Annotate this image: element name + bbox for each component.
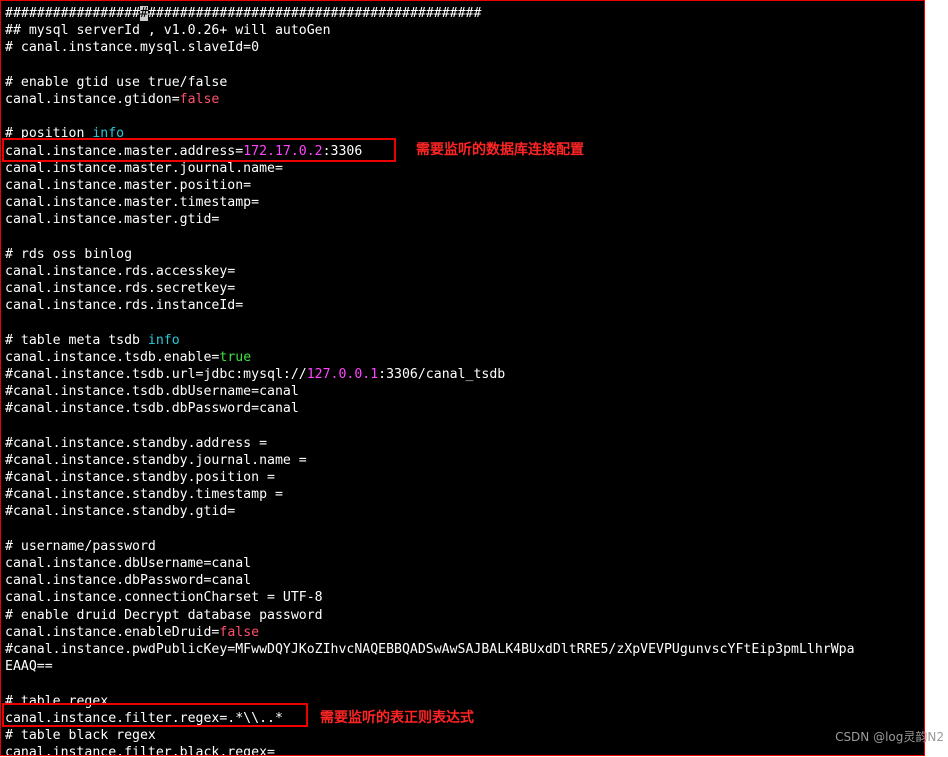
annotation-db-config: 需要监听的数据库连接配置: [416, 142, 584, 158]
config-line: canal.instance.rds.secretkey=: [5, 280, 855, 297]
line-segment: false: [219, 624, 260, 640]
line-segment: canal.instance.master.position=: [5, 177, 252, 193]
terminal-window[interactable]: ########################################…: [0, 0, 925, 756]
config-line: [5, 521, 855, 538]
config-line: #canal.instance.tsdb.dbPassword=canal: [5, 400, 855, 417]
config-line: [5, 228, 855, 245]
line-segment: # table black regex: [5, 727, 156, 743]
config-line: ## mysql serverId , v1.0.26+ will autoGe…: [5, 22, 855, 39]
csdn-watermark: CSDN @log灵韵N2: [835, 730, 944, 744]
config-line: # table black regex: [5, 727, 855, 744]
line-segment: true: [219, 349, 252, 365]
line-segment: canal.instance.rds.instanceId=: [5, 298, 244, 314]
line-segment: 127.0.0.1: [306, 366, 379, 382]
config-line: canal.instance.master.position=: [5, 177, 855, 194]
config-line: [5, 675, 855, 692]
annotation-regex: 需要监听的表正则表达式: [320, 710, 474, 726]
line-segment: canal.instance.tsdb.enable=: [5, 349, 220, 365]
line-segment: #canal.instance.standby.journal.name =: [5, 452, 307, 468]
config-line: canal.instance.tsdb.enable=true: [5, 349, 855, 366]
line-segment: # username/password: [5, 538, 156, 554]
line-segment: canal.instance.enableDruid=: [5, 624, 220, 640]
config-line: # table meta tsdb info: [5, 332, 855, 349]
config-line: canal.instance.enableDruid=false: [5, 624, 855, 641]
config-line: canal.instance.master.timestamp=: [5, 194, 855, 211]
line-segment: canal.instance.master.journal.name=: [5, 160, 283, 176]
line-segment: #canal.instance.standby.position =: [5, 470, 275, 486]
line-segment: #canal.instance.standby.timestamp =: [5, 487, 283, 503]
config-line: canal.instance.master.journal.name=: [5, 160, 855, 177]
line-segment: # enable gtid use true/false: [5, 74, 228, 90]
config-line: [5, 108, 855, 125]
config-line: canal.instance.dbPassword=canal: [5, 572, 855, 589]
config-line: ########################################…: [5, 5, 855, 22]
line-segment: #canal.instance.standby.gtid=: [5, 504, 236, 520]
config-line: #canal.instance.pwdPublicKey=MFwwDQYJKoZ…: [5, 641, 855, 658]
config-line: #canal.instance.standby.position =: [5, 469, 855, 486]
config-line: # enable druid Decrypt database password: [5, 607, 855, 624]
config-file-content: ########################################…: [5, 5, 855, 756]
config-line: # rds oss binlog: [5, 246, 855, 263]
config-line: #canal.instance.standby.timestamp =: [5, 486, 855, 503]
line-segment: #canal.instance.tsdb.dbPassword=canal: [5, 401, 299, 417]
line-segment: canal.instance.connectionCharset = UTF-8: [5, 590, 323, 606]
line-segment: canal.instance.filter.black.regex=: [5, 745, 275, 756]
config-line: canal.instance.connectionCharset = UTF-8: [5, 589, 855, 606]
config-line: #canal.instance.standby.journal.name =: [5, 452, 855, 469]
config-line: [5, 57, 855, 74]
line-segment: canal.instance.master.gtid=: [5, 212, 220, 228]
text-cursor: #: [139, 6, 148, 21]
line-segment: # canal.instance.mysql.slaveId=0: [5, 40, 260, 56]
line-segment: canal.instance.master.timestamp=: [5, 195, 260, 211]
config-line: # canal.instance.mysql.slaveId=0: [5, 39, 855, 56]
line-segment: canal.instance.rds.accesskey=: [5, 263, 236, 279]
line-segment: info: [147, 332, 180, 348]
config-line: canal.instance.rds.accesskey=: [5, 263, 855, 280]
line-segment: #################: [5, 6, 140, 21]
config-line: #canal.instance.standby.gtid=: [5, 503, 855, 520]
highlight-box-db-address: [2, 138, 396, 162]
line-segment: ########################################…: [147, 6, 482, 21]
config-line: canal.instance.rds.instanceId=: [5, 297, 855, 314]
line-segment: canal.instance.dbPassword=canal: [5, 573, 252, 589]
config-line: canal.instance.dbUsername=canal: [5, 555, 855, 572]
line-segment: #canal.instance.standby.address =: [5, 435, 268, 451]
line-segment: #canal.instance.tsdb.dbUsername=canal: [5, 384, 299, 400]
config-line: canal.instance.filter.black.regex=: [5, 744, 855, 756]
highlight-box-filter-regex: [2, 703, 308, 727]
config-line: canal.instance.master.gtid=: [5, 211, 855, 228]
line-segment: EAAQ==: [5, 659, 53, 675]
line-segment: canal.instance.dbUsername=canal: [5, 556, 252, 571]
line-segment: ## mysql serverId , v1.0.26+ will autoGe…: [5, 23, 331, 39]
config-line: canal.instance.gtidon=false: [5, 91, 855, 108]
line-segment: #canal.instance.tsdb.url=jdbc:mysql://: [5, 366, 307, 382]
line-segment: # rds oss binlog: [5, 246, 133, 262]
config-line: [5, 314, 855, 331]
line-segment: :3306/canal_tsdb: [378, 366, 506, 382]
config-line: # username/password: [5, 538, 855, 555]
config-line: #canal.instance.tsdb.url=jdbc:mysql://12…: [5, 366, 855, 383]
line-segment: false: [179, 91, 220, 107]
config-line: #canal.instance.tsdb.dbUsername=canal: [5, 383, 855, 400]
line-segment: #canal.instance.pwdPublicKey=MFwwDQYJKoZ…: [5, 641, 855, 657]
config-line: # enable gtid use true/false: [5, 74, 855, 91]
config-line: EAAQ==: [5, 658, 855, 675]
line-segment: canal.instance.gtidon=: [5, 91, 180, 107]
config-line: [5, 418, 855, 435]
config-line: #canal.instance.standby.address =: [5, 435, 855, 452]
line-segment: # enable druid Decrypt database password: [5, 607, 323, 623]
line-segment: canal.instance.rds.secretkey=: [5, 281, 236, 296]
line-segment: # table meta tsdb: [5, 332, 148, 348]
